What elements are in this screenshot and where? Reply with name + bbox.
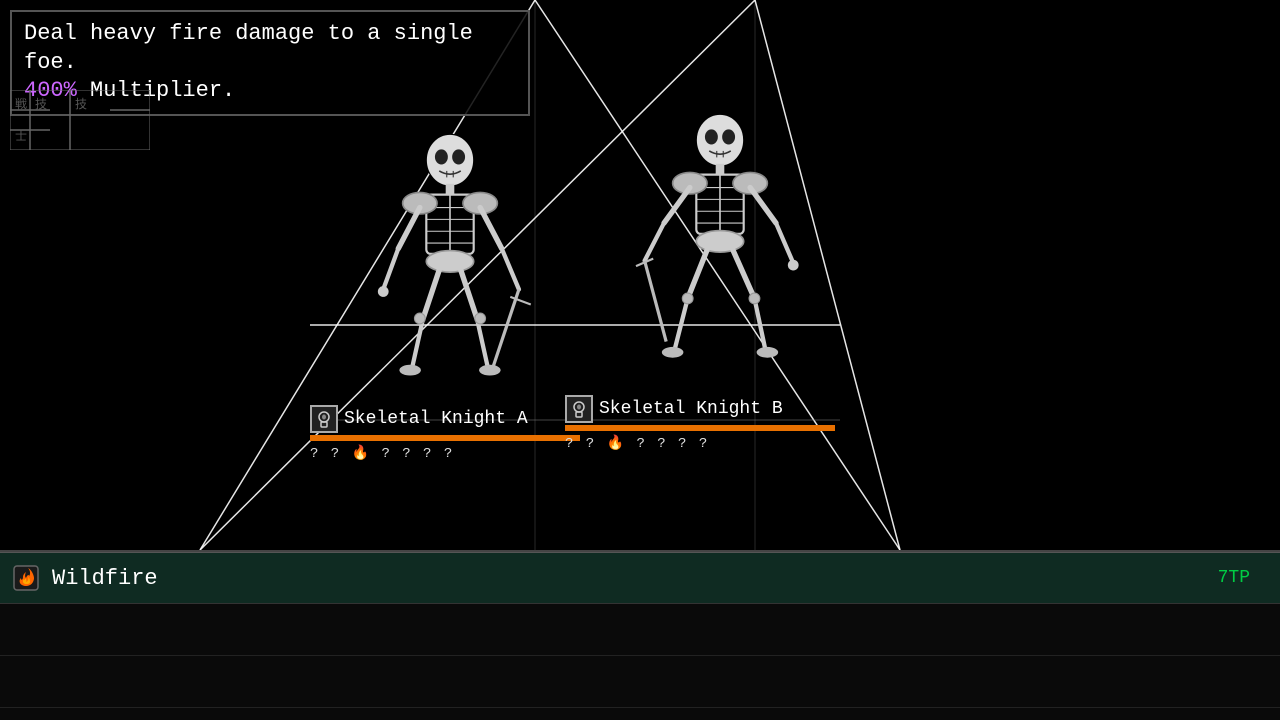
svg-text:士: 士 [15,129,27,143]
enemy-a-stats: ? ? 🔥 ? ? ? ? [310,445,454,462]
skill-row-empty-2 [0,656,1280,708]
enemy-plate-b: Skeletal Knight B ? ? 🔥 ? ? ? ? [565,395,835,452]
enemy-a-hp-fill [310,435,580,441]
enemy-a-name: Skeletal Knight A [344,409,528,429]
wildfire-icon [10,562,42,594]
wildfire-skill-tp: 7TP [1218,568,1250,588]
skill-row-wildfire[interactable]: Wildfire 7TP [0,552,1280,604]
svg-text:戦: 戦 [15,97,27,111]
skeleton-b-sprite [630,110,810,390]
description-line1: Deal heavy fire damage to a single foe. [24,20,516,77]
enemy-b-hp-bar [565,425,835,431]
enemy-b-stats: ? ? 🔥 ? ? ? ? [565,435,709,452]
enemy-b-icon [565,395,593,423]
enemy-a-hp-bar [310,435,580,441]
skeleton-a-sprite [360,130,540,410]
skill-panel: Wildfire 7TP [0,550,1280,720]
enemy-a-name-row: Skeletal Knight A [310,405,528,433]
svg-text:技: 技 [35,97,47,111]
enemy-a-icon [310,405,338,433]
wildfire-skill-name: Wildfire [52,566,1218,591]
battle-area: Deal heavy fire damage to a single foe. … [0,0,1280,550]
corner-decoration: 戦 技 技 士 [10,90,150,150]
enemy-b-hp-fill [565,425,835,431]
enemy-b-name-row: Skeletal Knight B [565,395,783,423]
skill-row-empty-1 [0,604,1280,656]
enemy-plate-a: Skeletal Knight A ? ? 🔥 ? ? ? ? [310,405,580,462]
svg-text:技: 技 [75,97,87,111]
enemy-b-name: Skeletal Knight B [599,399,783,419]
